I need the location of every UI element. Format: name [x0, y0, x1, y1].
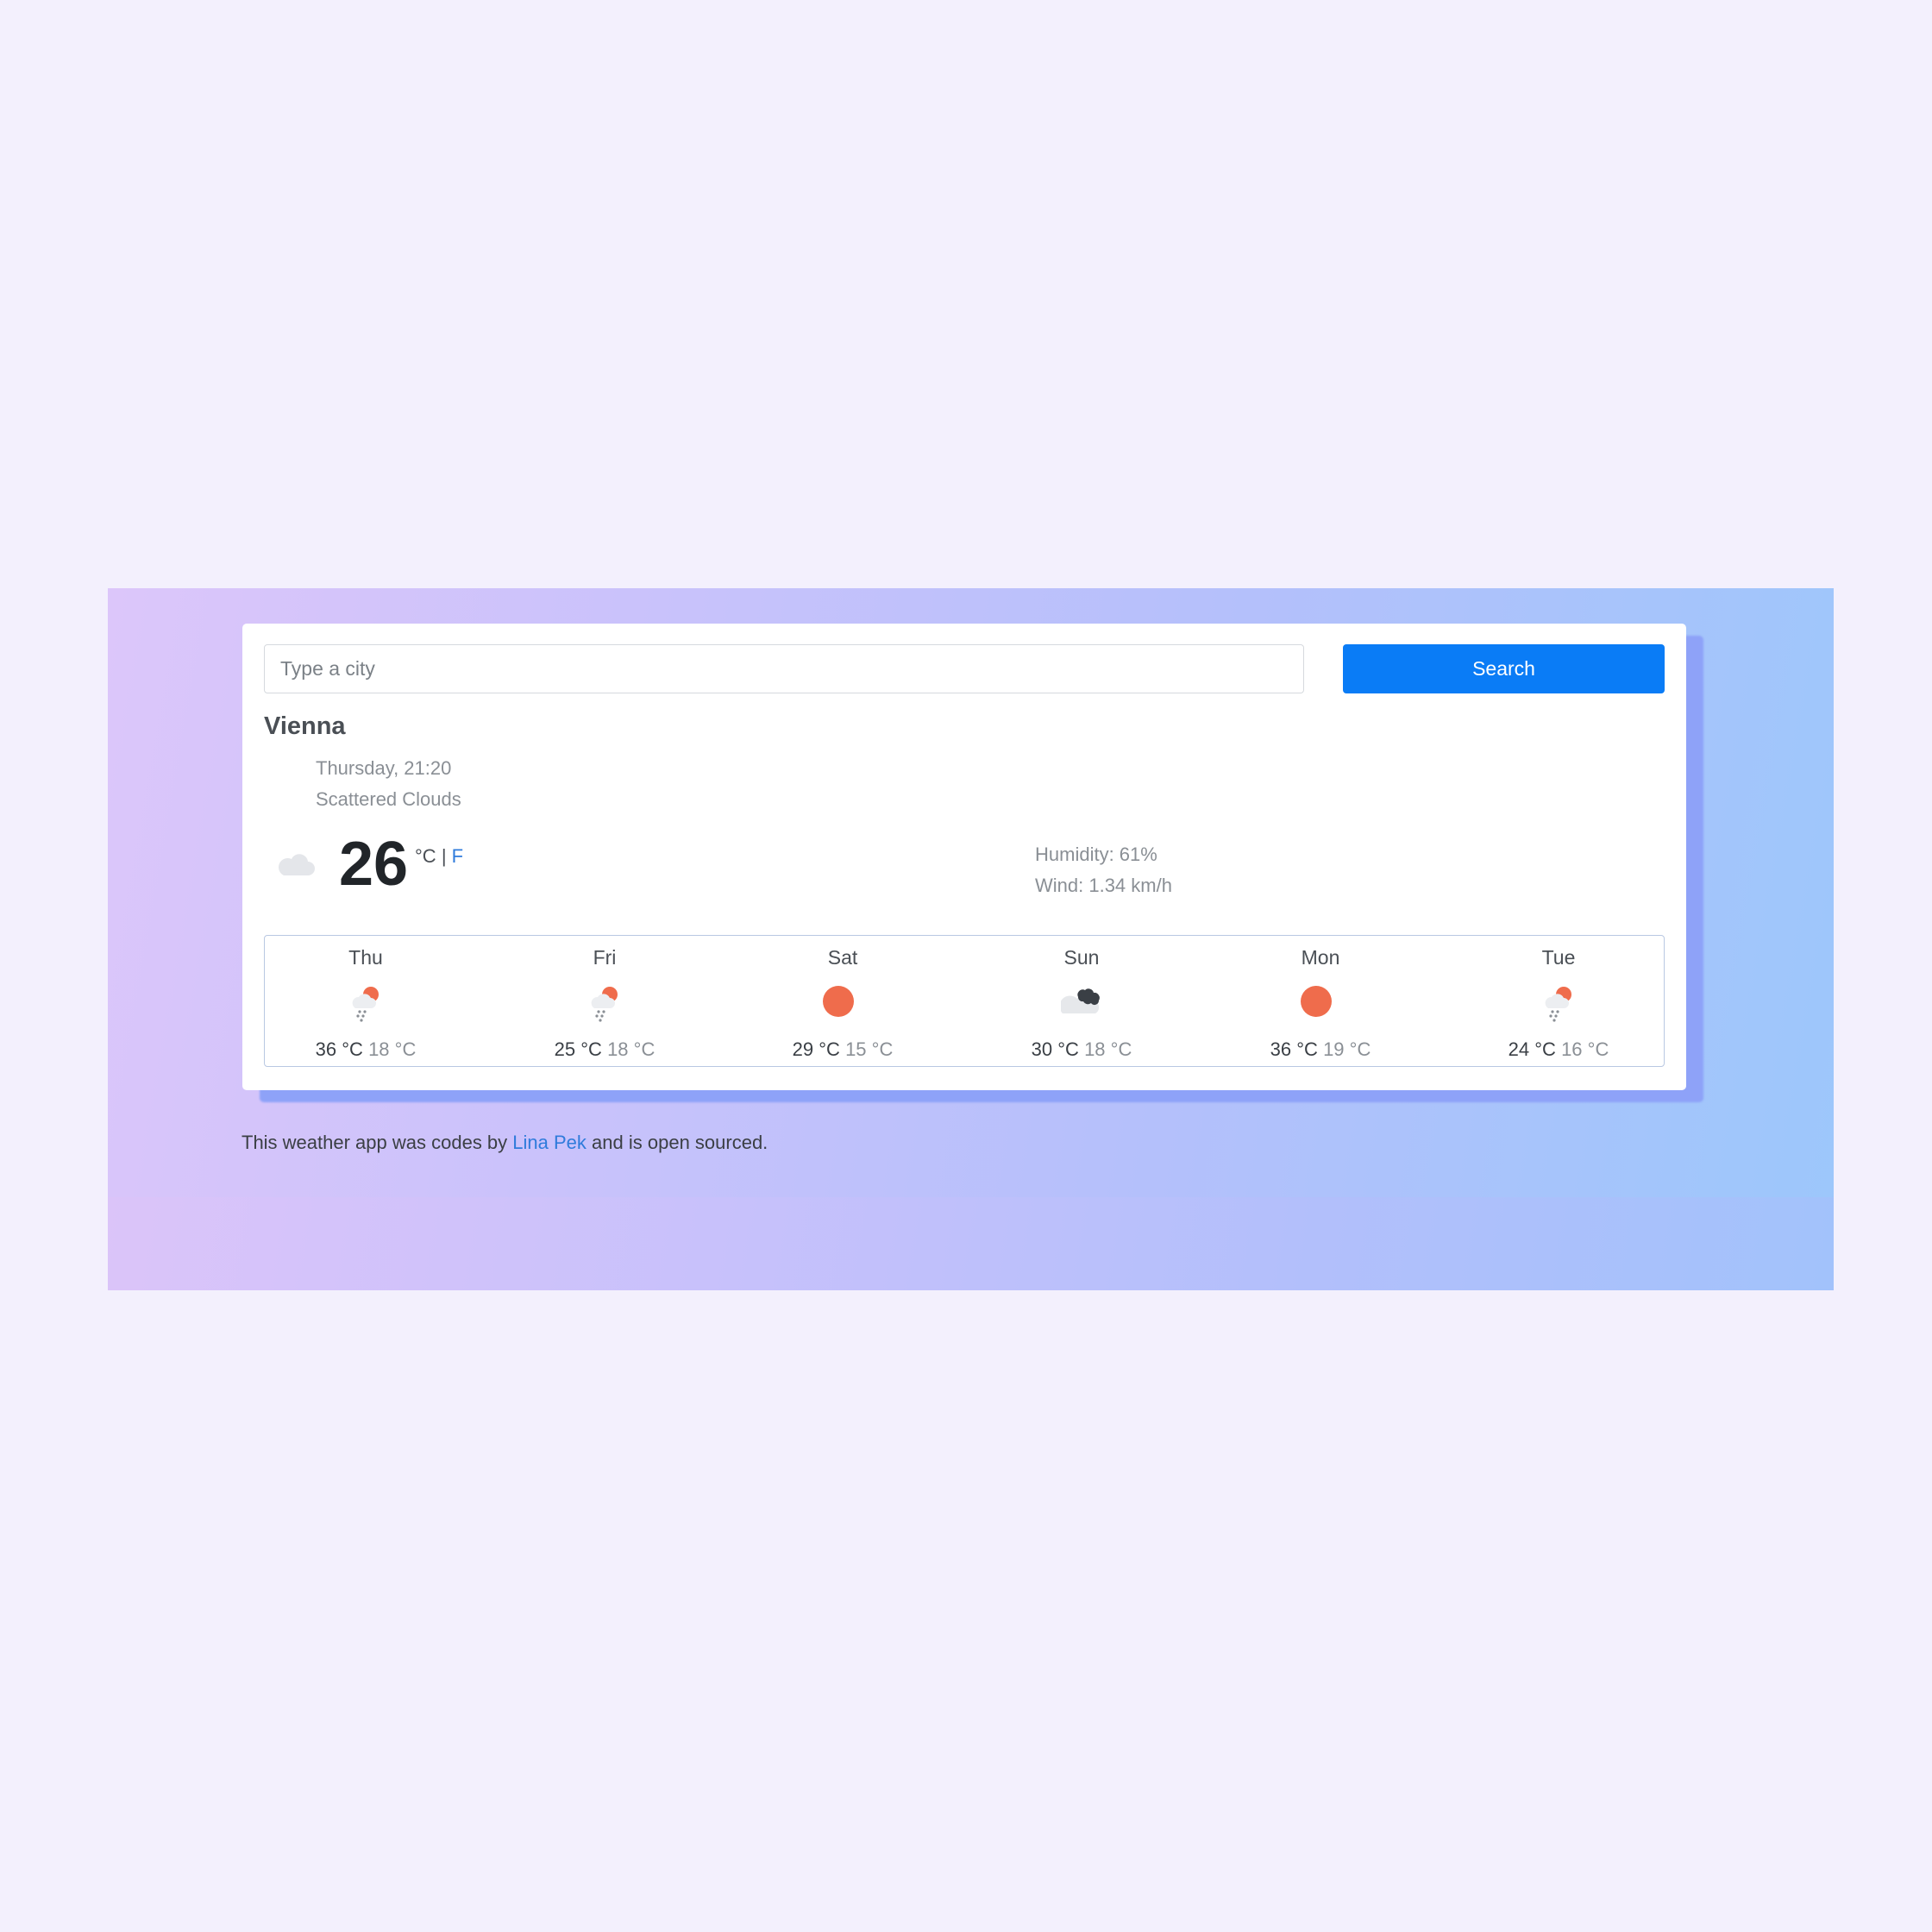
search-button[interactable]: Search	[1343, 644, 1665, 693]
forecast-min: 16 °C	[1561, 1038, 1609, 1060]
unit-separator: |	[441, 845, 447, 867]
forecast-temperatures: 36 °C 19 °C	[1217, 1038, 1424, 1061]
forecast-day: Mon 36 °C 19 °C	[1217, 936, 1424, 1065]
forecast-max: 25 °C	[554, 1038, 602, 1060]
forecast-temperatures: 36 °C 18 °C	[262, 1038, 469, 1061]
forecast-day: Tue 24 °C 16 °C	[1455, 936, 1662, 1065]
forecast-temperatures: 29 °C 15 °C	[739, 1038, 946, 1061]
forecast-day-name: Tue	[1541, 946, 1576, 969]
forecast-max: 36 °C	[1270, 1038, 1318, 1060]
forecast-day-name: Sat	[827, 946, 858, 969]
wind: Wind: 1.34 km/h	[1035, 875, 1172, 896]
unit-fahrenheit-link[interactable]: F	[452, 845, 463, 867]
footer-text-after: and is open sourced.	[592, 1132, 768, 1153]
forecast-temperatures: 30 °C 18 °C	[978, 1038, 1185, 1061]
weather-description: Scattered Clouds	[316, 788, 461, 810]
city-name: Vienna	[264, 712, 346, 740]
author-link[interactable]: Lina Pek	[512, 1132, 586, 1153]
app-frame: Search Vienna Thursday, 21:20 Scattered …	[108, 588, 1834, 1290]
forecast-min: 18 °C	[368, 1038, 417, 1060]
footer-text: This weather app was codes by Lina Pek a…	[242, 1132, 768, 1154]
broken-clouds-icon	[1059, 982, 1104, 1022]
unit-switcher: °C | F	[415, 845, 463, 868]
forecast-day-name: Sun	[1063, 946, 1100, 969]
forecast-day-name: Fri	[593, 946, 617, 969]
sun-icon	[1300, 982, 1343, 1022]
forecast-day: Fri 25 °C 18 °C	[501, 936, 708, 1065]
forecast-temperatures: 24 °C 16 °C	[1455, 1038, 1662, 1061]
footer-text-before: This weather app was codes by	[242, 1132, 508, 1153]
forecast-max: 30 °C	[1031, 1038, 1079, 1060]
frame-bottom-band	[108, 1197, 1834, 1290]
forecast-min: 19 °C	[1323, 1038, 1371, 1060]
rain-sun-icon	[345, 982, 388, 1022]
forecast-day: Sat 29 °C 15 °C	[739, 936, 946, 1065]
rain-sun-icon	[584, 982, 627, 1022]
weather-card: Search Vienna Thursday, 21:20 Scattered …	[242, 624, 1686, 1090]
forecast-day-name: Thu	[348, 946, 383, 969]
forecast-day: Thu 36 °C 18 °C	[262, 936, 469, 1065]
current-temperature: 26	[339, 830, 409, 899]
forecast-day-name: Mon	[1301, 946, 1340, 969]
forecast-min: 18 °C	[607, 1038, 656, 1060]
cloud-icon	[275, 850, 317, 881]
unit-celsius[interactable]: °C	[415, 845, 436, 867]
forecast-max: 29 °C	[792, 1038, 840, 1060]
forecast-min: 15 °C	[845, 1038, 894, 1060]
forecast-day: Sun 30 °C 18 °C	[978, 936, 1185, 1065]
forecast-min: 18 °C	[1084, 1038, 1132, 1060]
forecast-max: 36 °C	[315, 1038, 363, 1060]
forecast-max: 24 °C	[1508, 1038, 1556, 1060]
current-date: Thursday, 21:20	[316, 757, 452, 779]
forecast-temperatures: 25 °C 18 °C	[501, 1038, 708, 1061]
forecast-panel: Thu 36 °C 18 °C Fri 25 °C 18 °C Sat 29 °…	[264, 935, 1665, 1067]
city-search-input[interactable]	[264, 644, 1304, 693]
rain-sun-icon	[1538, 982, 1581, 1022]
sun-icon	[822, 982, 865, 1022]
humidity: Humidity: 61%	[1035, 844, 1157, 865]
